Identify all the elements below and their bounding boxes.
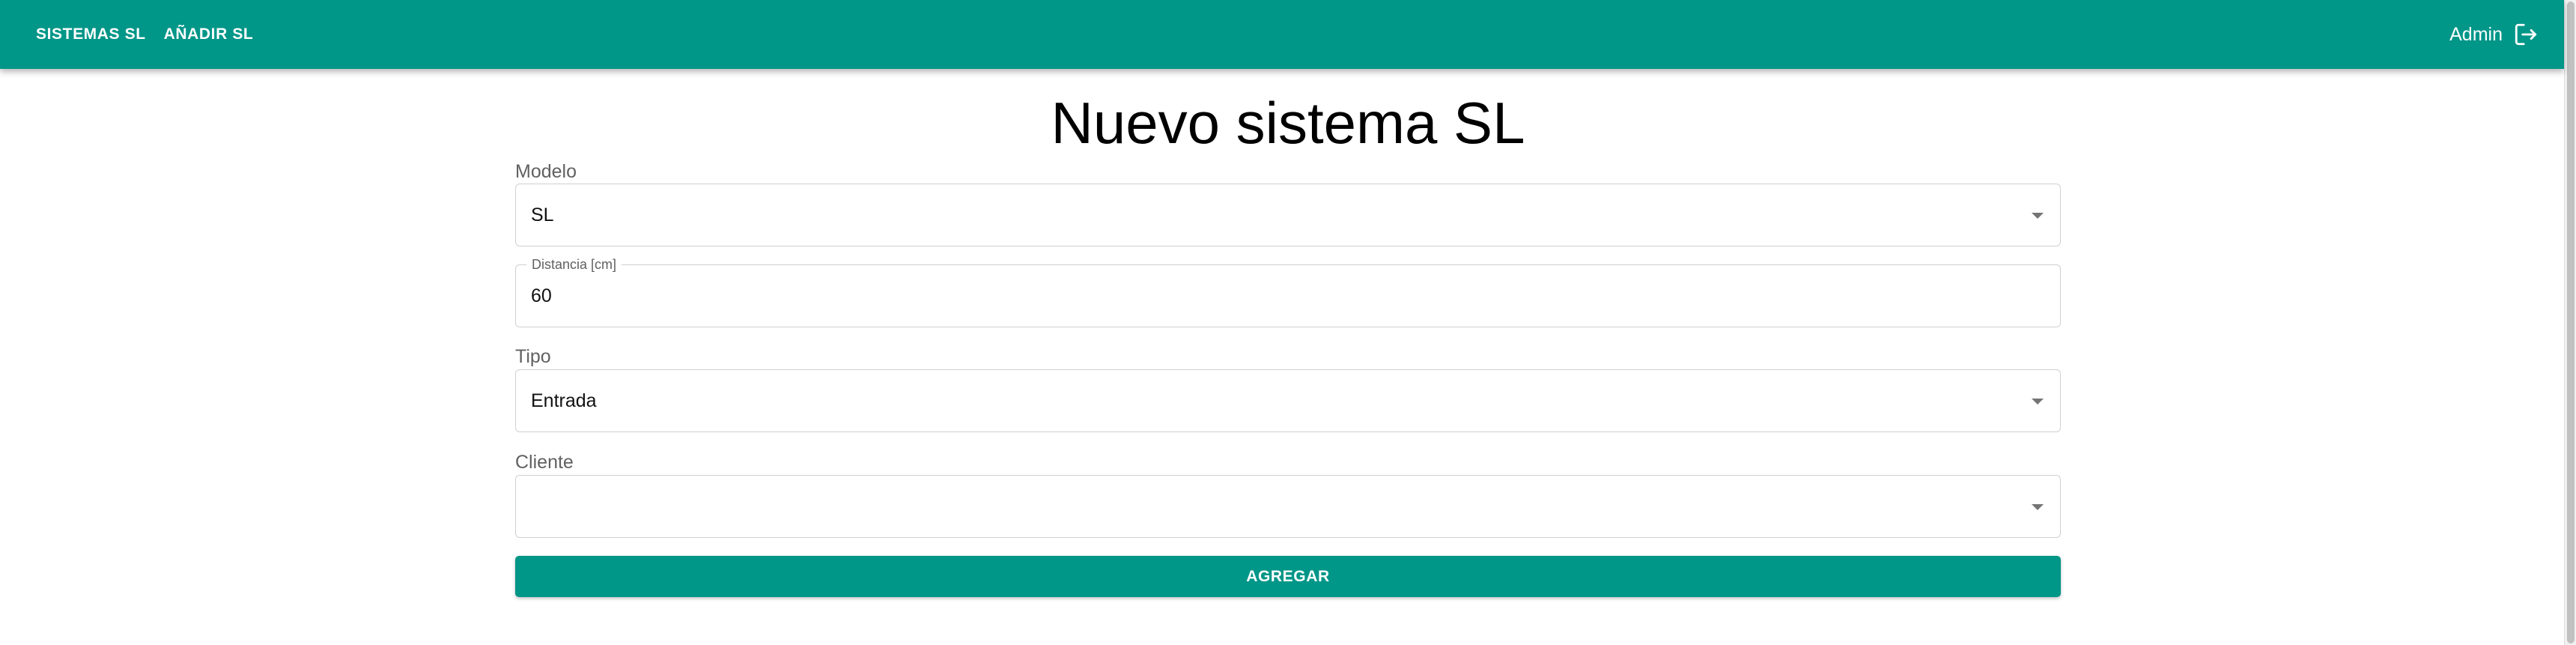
chevron-down-icon [2032,213,2044,219]
tipo-select[interactable]: Entrada [515,369,2061,432]
user-name: Admin [2449,23,2503,45]
chevron-down-icon [2032,504,2044,510]
scrollbar-thumb[interactable] [2567,1,2575,644]
modelo-select[interactable]: SL [515,184,2061,246]
cliente-select[interactable] [515,475,2061,538]
nav-link-sistemas-sl[interactable]: SISTEMAS SL [27,18,155,51]
agregar-button[interactable]: AGREGAR [515,556,2061,597]
page-scrollbar[interactable] [2564,0,2576,645]
modelo-field-group: Modelo [515,160,2061,182]
user-area: Admin [2449,22,2539,47]
page-title: Nuevo sistema SL [1051,90,1525,156]
form-container: Nuevo sistema SL Modelo SL Distancia [cm… [515,69,2061,597]
nav-link-anadir-sl[interactable]: AÑADIR SL [155,18,263,51]
main-nav: SISTEMAS SL AÑADIR SL [27,18,262,51]
logout-icon[interactable] [2513,22,2539,47]
tipo-selected-value: Entrada [531,390,597,411]
distancia-field[interactable]: Distancia [cm] [515,257,2061,327]
distancia-label: Distancia [cm] [526,257,622,272]
modelo-selected-value: SL [531,204,554,225]
tipo-label: Tipo [515,346,551,367]
chevron-down-icon [2032,399,2044,405]
tipo-field-group: Tipo [515,345,2061,368]
modelo-label: Modelo [515,161,577,182]
distancia-input[interactable] [531,285,2060,307]
cliente-label: Cliente [515,452,574,473]
top-app-bar: SISTEMAS SL AÑADIR SL Admin [0,0,2564,69]
cliente-field-group: Cliente [515,451,2061,473]
